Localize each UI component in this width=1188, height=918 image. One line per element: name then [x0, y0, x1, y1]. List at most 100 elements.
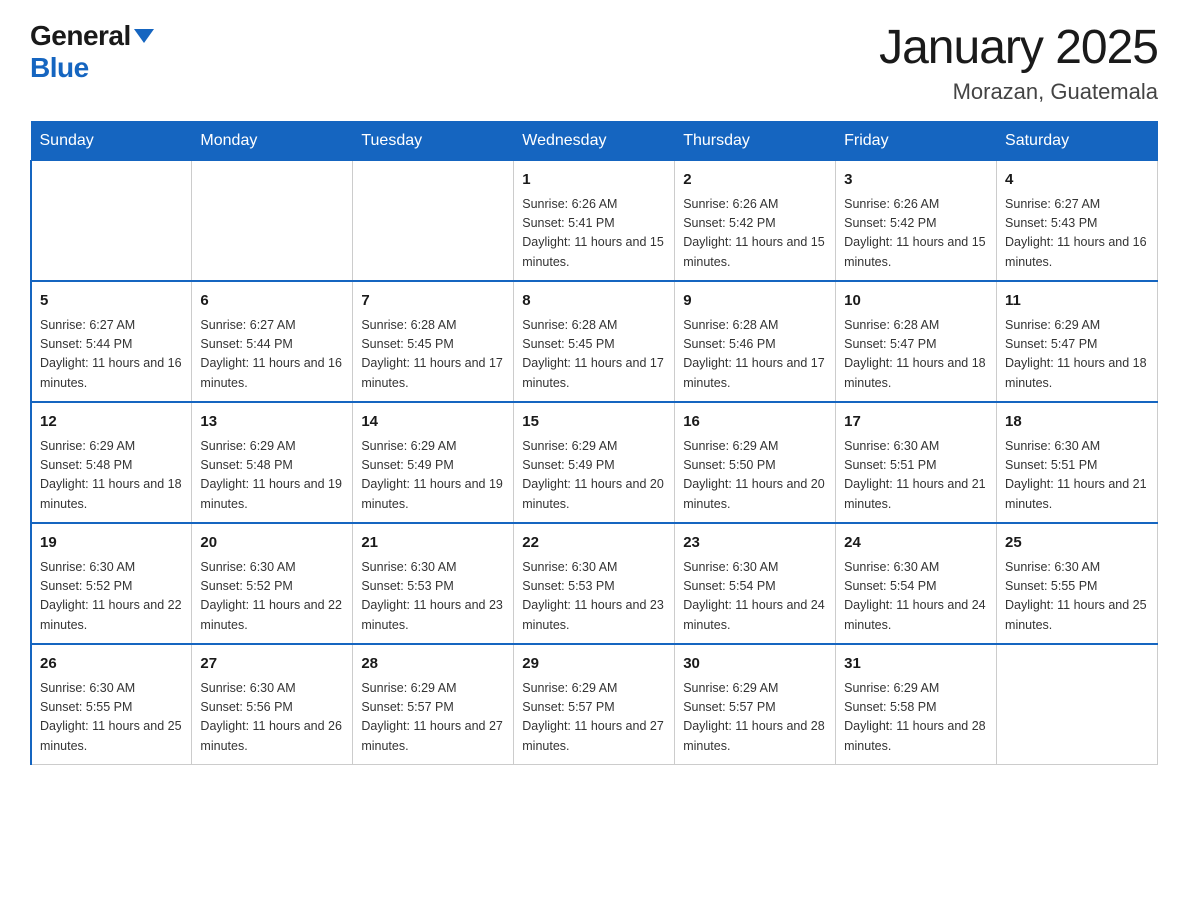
cell-sun-info: Sunrise: 6:30 AMSunset: 5:54 PMDaylight:…	[844, 558, 988, 636]
calendar-cell	[353, 161, 514, 282]
calendar-cell	[31, 161, 192, 282]
cell-day-number: 14	[361, 411, 505, 434]
calendar-cell: 27 Sunrise: 6:30 AMSunset: 5:56 PMDayligh…	[192, 644, 353, 765]
cell-day-number: 1	[522, 169, 666, 192]
cell-day-number: 29	[522, 653, 666, 676]
cell-day-number: 5	[40, 290, 183, 313]
cell-day-number: 2	[683, 169, 827, 192]
calendar-cell: 11 Sunrise: 6:29 AMSunset: 5:47 PMDayligh…	[997, 281, 1158, 402]
calendar-cell: 12Sunrise: 6:29 AMSunset: 5:48 PMDayligh…	[31, 402, 192, 523]
cell-day-number: 12	[40, 411, 183, 434]
calendar-week-row: 12 Sunrise: 6:29 AMSunset: 5:48 PMDayligh…	[31, 402, 1158, 523]
cell-sun-info: Sunrise: 6:28 AMSunset: 5:47 PMDaylight:…	[844, 316, 988, 394]
calendar-cell: 25 Sunrise: 6:30 AMSunset: 5:55 PMDayligh…	[997, 523, 1158, 644]
cell-day-number: 3	[844, 169, 988, 192]
calendar-cell: 13 Sunrise: 6:29 AMSunset: 5:48 PMDayligh…	[192, 402, 353, 523]
calendar-cell: 15 Sunrise: 6:29 AMSunset: 5:49 PMDayligh…	[514, 402, 675, 523]
cell-sun-info: Sunrise: 6:27 AMSunset: 5:44 PMDaylight:…	[40, 316, 183, 394]
cell-sun-info: Sunrise: 6:28 AMSunset: 5:45 PMDaylight:…	[361, 316, 505, 394]
calendar-cell: 18 Sunrise: 6:30 AMSunset: 5:51 PMDayligh…	[997, 402, 1158, 523]
calendar-cell: 5 Sunrise: 6:27 AMSunset: 5:44 PMDaylight…	[31, 281, 192, 402]
cell-sun-info: Sunrise: 6:30 AMSunset: 5:51 PMDaylight:…	[1005, 437, 1149, 515]
cell-day-number: 26	[40, 653, 183, 676]
cell-day-number: 20	[200, 532, 344, 555]
cell-day-number: 15	[522, 411, 666, 434]
calendar-header-friday: Friday	[836, 122, 997, 161]
cell-day-number: 22	[522, 532, 666, 555]
cell-day-number: 25	[1005, 532, 1149, 555]
cell-sun-info: Sunrise: 6:29 AMSunset: 5:57 PMDaylight:…	[683, 679, 827, 757]
cell-day-number: 17	[844, 411, 988, 434]
calendar-header-saturday: Saturday	[997, 122, 1158, 161]
calendar-cell: 2 Sunrise: 6:26 AMSunset: 5:42 PMDaylight…	[675, 161, 836, 282]
calendar-cell: 17 Sunrise: 6:30 AMSunset: 5:51 PMDayligh…	[836, 402, 997, 523]
cell-day-number: 11	[1005, 290, 1149, 313]
calendar-cell: 10 Sunrise: 6:28 AMSunset: 5:47 PMDayligh…	[836, 281, 997, 402]
cell-day-number: 13	[200, 411, 344, 434]
page-header: General Blue January 2025 Morazan, Guate…	[30, 20, 1158, 105]
cell-sun-info: Sunrise: 6:29 AMSunset: 5:49 PMDaylight:…	[361, 437, 505, 515]
cell-sun-info: Sunrise: 6:27 AMSunset: 5:43 PMDaylight:…	[1005, 195, 1149, 273]
cell-sun-info: Sunrise: 6:30 AMSunset: 5:56 PMDaylight:…	[200, 679, 344, 757]
title-area: January 2025 Morazan, Guatemala	[879, 20, 1158, 105]
calendar-cell: 29 Sunrise: 6:29 AMSunset: 5:57 PMDayligh…	[514, 644, 675, 765]
cell-sun-info: Sunrise: 6:26 AMSunset: 5:42 PMDaylight:…	[683, 195, 827, 273]
cell-sun-info: Sunrise: 6:30 AMSunset: 5:53 PMDaylight:…	[361, 558, 505, 636]
logo-blue-text: Blue	[30, 52, 89, 84]
logo-general-text: General	[30, 20, 131, 52]
cell-sun-info: Sunrise: 6:30 AMSunset: 5:51 PMDaylight:…	[844, 437, 988, 515]
calendar-cell: 23Sunrise: 6:30 AMSunset: 5:54 PMDayligh…	[675, 523, 836, 644]
cell-day-number: 30	[683, 653, 827, 676]
cell-sun-info: Sunrise: 6:29 AMSunset: 5:47 PMDaylight:…	[1005, 316, 1149, 394]
cell-day-number: 31	[844, 653, 988, 676]
calendar-table: SundayMondayTuesdayWednesdayThursdayFrid…	[30, 121, 1158, 765]
cell-day-number: 6	[200, 290, 344, 313]
calendar-cell: 21 Sunrise: 6:30 AMSunset: 5:53 PMDayligh…	[353, 523, 514, 644]
calendar-cell: 20 Sunrise: 6:30 AMSunset: 5:52 PMDayligh…	[192, 523, 353, 644]
logo-triangle-icon	[134, 29, 154, 43]
cell-day-number: 18	[1005, 411, 1149, 434]
calendar-cell: 8Sunrise: 6:28 AMSunset: 5:45 PMDaylight…	[514, 281, 675, 402]
calendar-header-thursday: Thursday	[675, 122, 836, 161]
calendar-header-monday: Monday	[192, 122, 353, 161]
calendar-header-sunday: Sunday	[31, 122, 192, 161]
calendar-cell: 16Sunrise: 6:29 AMSunset: 5:50 PMDayligh…	[675, 402, 836, 523]
location-title: Morazan, Guatemala	[879, 79, 1158, 105]
calendar-cell: 7 Sunrise: 6:28 AMSunset: 5:45 PMDaylight…	[353, 281, 514, 402]
cell-sun-info: Sunrise: 6:28 AMSunset: 5:46 PMDaylight:…	[683, 316, 827, 394]
cell-sun-info: Sunrise: 6:29 AMSunset: 5:58 PMDaylight:…	[844, 679, 988, 757]
calendar-cell	[997, 644, 1158, 765]
calendar-cell: 31 Sunrise: 6:29 AMSunset: 5:58 PMDayligh…	[836, 644, 997, 765]
calendar-header-wednesday: Wednesday	[514, 122, 675, 161]
logo: General Blue	[30, 20, 154, 84]
cell-sun-info: Sunrise: 6:30 AMSunset: 5:55 PMDaylight:…	[1005, 558, 1149, 636]
calendar-cell: 24 Sunrise: 6:30 AMSunset: 5:54 PMDayligh…	[836, 523, 997, 644]
cell-day-number: 7	[361, 290, 505, 313]
calendar-cell	[192, 161, 353, 282]
cell-sun-info: Sunrise: 6:30 AMSunset: 5:55 PMDaylight:…	[40, 679, 183, 757]
cell-day-number: 16	[683, 411, 827, 434]
cell-day-number: 27	[200, 653, 344, 676]
cell-sun-info: Sunrise: 6:30 AMSunset: 5:53 PMDaylight:…	[522, 558, 666, 636]
calendar-cell: 28Sunrise: 6:29 AMSunset: 5:57 PMDayligh…	[353, 644, 514, 765]
cell-sun-info: Sunrise: 6:26 AMSunset: 5:42 PMDaylight:…	[844, 195, 988, 273]
cell-sun-info: Sunrise: 6:27 AMSunset: 5:44 PMDaylight:…	[200, 316, 344, 394]
cell-day-number: 28	[361, 653, 505, 676]
calendar-cell: 9Sunrise: 6:28 AMSunset: 5:46 PMDaylight…	[675, 281, 836, 402]
calendar-header-row: SundayMondayTuesdayWednesdayThursdayFrid…	[31, 122, 1158, 161]
cell-sun-info: Sunrise: 6:29 AMSunset: 5:57 PMDaylight:…	[522, 679, 666, 757]
cell-day-number: 21	[361, 532, 505, 555]
cell-sun-info: Sunrise: 6:29 AMSunset: 5:49 PMDaylight:…	[522, 437, 666, 515]
cell-sun-info: Sunrise: 6:30 AMSunset: 5:52 PMDaylight:…	[200, 558, 344, 636]
calendar-week-row: 26 Sunrise: 6:30 AMSunset: 5:55 PMDayligh…	[31, 644, 1158, 765]
calendar-cell: 14 Sunrise: 6:29 AMSunset: 5:49 PMDayligh…	[353, 402, 514, 523]
cell-sun-info: Sunrise: 6:26 AMSunset: 5:41 PMDaylight:…	[522, 195, 666, 273]
calendar-cell: 1 Sunrise: 6:26 AMSunset: 5:41 PMDaylight…	[514, 161, 675, 282]
calendar-week-row: 19Sunrise: 6:30 AMSunset: 5:52 PMDayligh…	[31, 523, 1158, 644]
cell-day-number: 10	[844, 290, 988, 313]
calendar-cell: 19Sunrise: 6:30 AMSunset: 5:52 PMDayligh…	[31, 523, 192, 644]
cell-sun-info: Sunrise: 6:29 AMSunset: 5:48 PMDaylight:…	[200, 437, 344, 515]
cell-day-number: 24	[844, 532, 988, 555]
calendar-week-row: 5 Sunrise: 6:27 AMSunset: 5:44 PMDaylight…	[31, 281, 1158, 402]
calendar-header-tuesday: Tuesday	[353, 122, 514, 161]
